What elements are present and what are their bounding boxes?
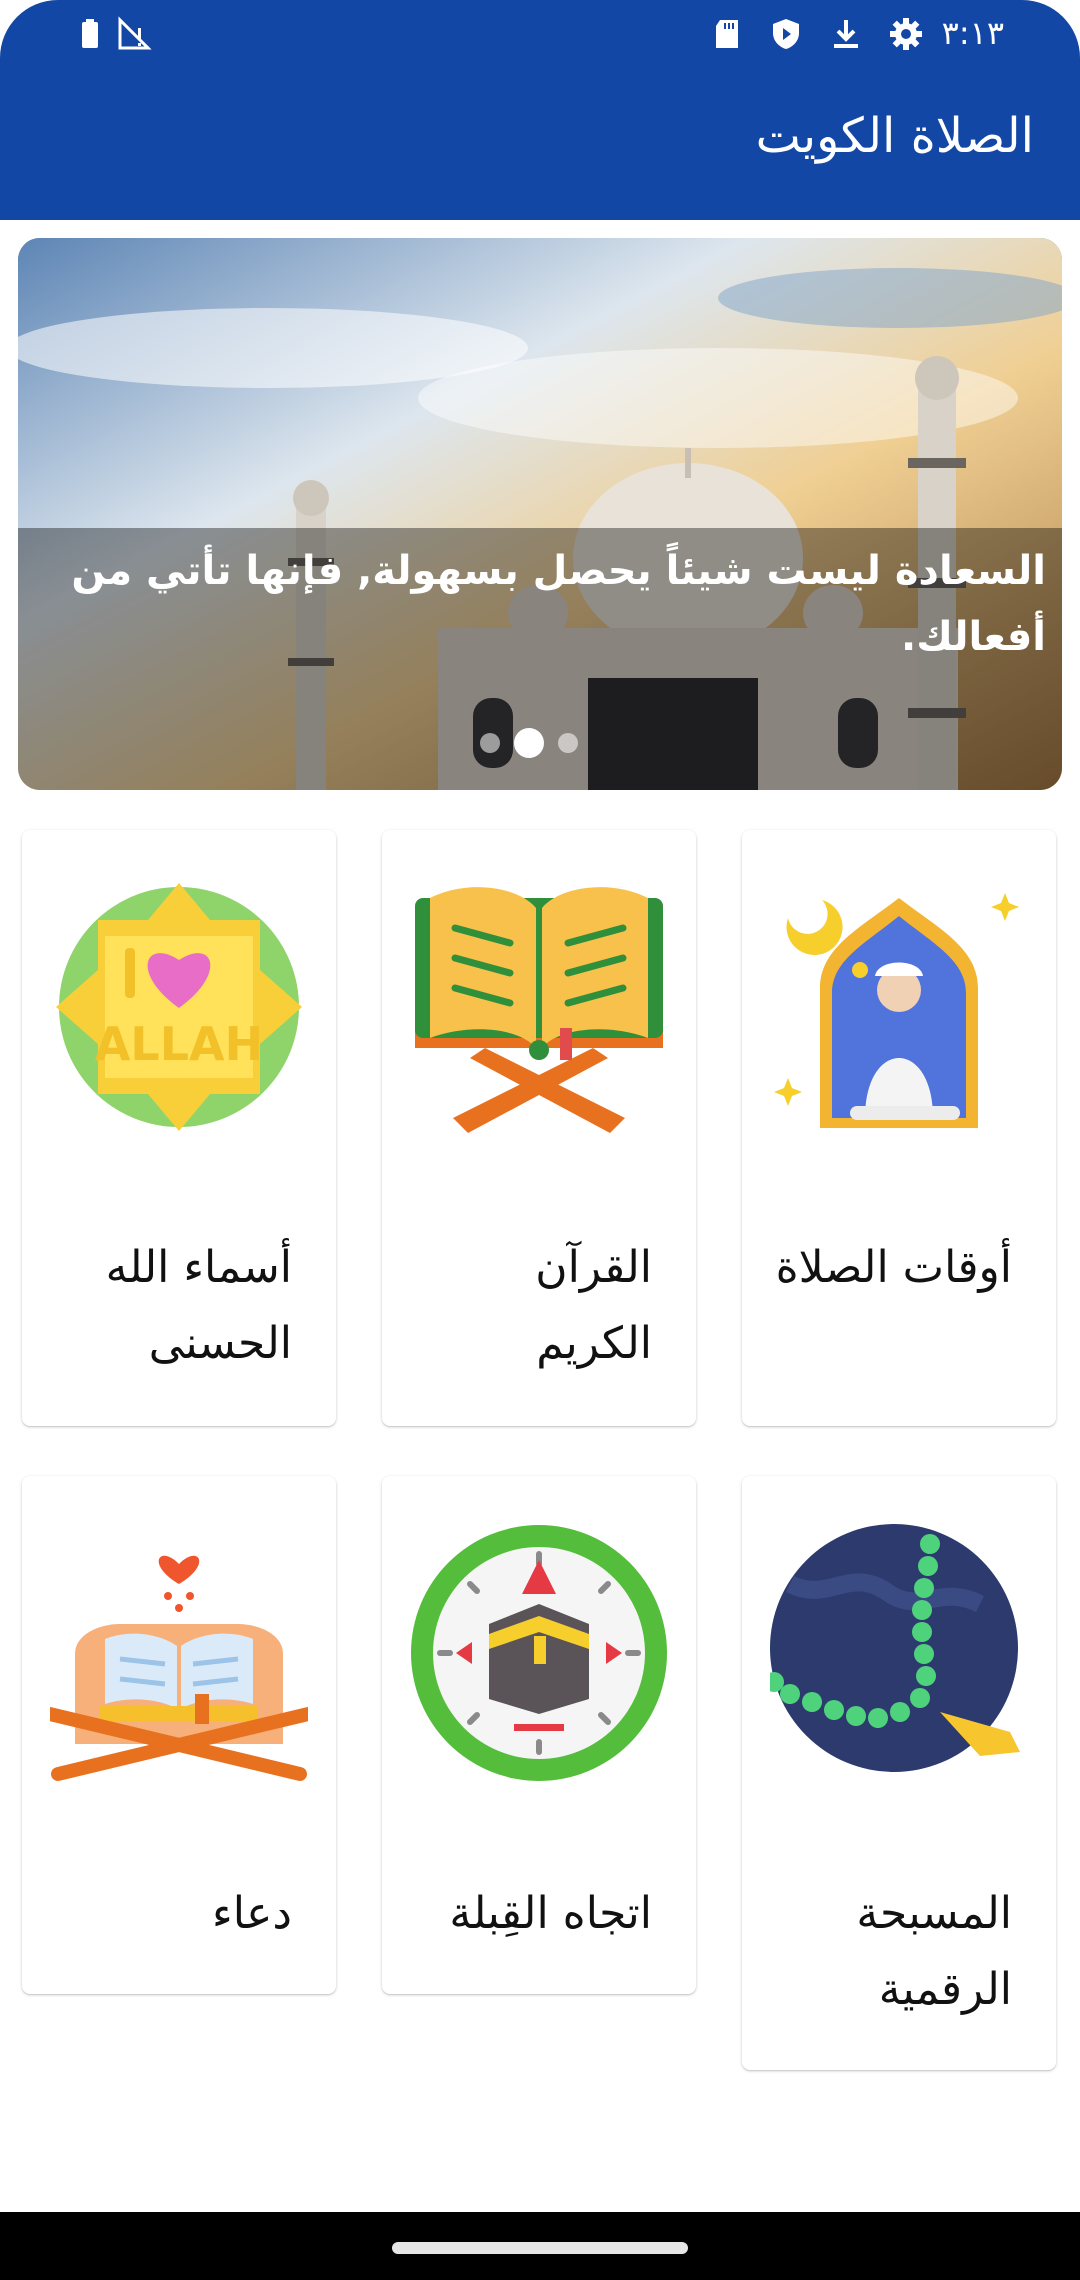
status-bar: ٣:١٣ <box>0 0 1080 70</box>
slider-caption: السعادة ليست شيئاً يحصل بسهولة, فإنها تأ… <box>71 548 1046 660</box>
card-label: اتجاه القِبلة <box>449 1888 652 1939</box>
card-tasbih[interactable]: المسبحة الرقمية <box>742 1476 1056 2070</box>
home-gesture-handle[interactable] <box>392 2242 688 2254</box>
card-prayer-times[interactable]: أوقات الصلاة <box>742 830 1056 1426</box>
status-time: ٣:١٣ <box>941 14 1004 52</box>
qibla-compass-icon <box>411 1525 667 1781</box>
card-quran[interactable]: القرآن الكريم <box>382 830 696 1426</box>
battery-icon <box>82 19 98 48</box>
card-dua[interactable]: دعاء <box>22 1476 336 1994</box>
banner-slider[interactable]: السعادة ليست شيئاً يحصل بسهولة, فإنها تأ… <box>18 238 1062 790</box>
card-allah-names[interactable]: ALLAH أسماء الله الحسنى <box>22 830 336 1426</box>
card-label: القرآن الكريم <box>535 1242 652 1369</box>
card-label: أسماء الله الحسنى <box>105 1242 292 1369</box>
svg-text:ALLAH: ALLAH <box>95 1017 263 1071</box>
app-title: الصلاة الكويت <box>755 108 1034 164</box>
slider-indicators <box>480 728 578 758</box>
quran-icon <box>415 887 663 1133</box>
top-app-bar: ٣:١٣ الصلاة الكويت <box>0 0 1080 220</box>
settings-icon <box>890 18 922 50</box>
tasbih-icon <box>770 1524 1020 1772</box>
allah-names-icon: ALLAH <box>56 883 302 1131</box>
prayer-times-icon <box>774 893 1019 1128</box>
shield-icon <box>773 19 799 49</box>
card-label: المسبحة الرقمية <box>856 1888 1012 2015</box>
dua-book-icon <box>50 1555 308 1781</box>
no-signal-icon <box>118 16 152 50</box>
navigation-bar <box>0 2212 1080 2280</box>
slider-dot-active[interactable] <box>514 728 544 758</box>
slider-dot[interactable] <box>558 733 578 753</box>
sd-card-icon <box>716 20 738 48</box>
card-label: أوقات الصلاة <box>775 1242 1012 1293</box>
download-icon <box>834 20 858 48</box>
card-label: دعاء <box>212 1888 292 1939</box>
card-qibla[interactable]: اتجاه القِبلة <box>382 1476 696 1994</box>
slider-dot[interactable] <box>480 733 500 753</box>
